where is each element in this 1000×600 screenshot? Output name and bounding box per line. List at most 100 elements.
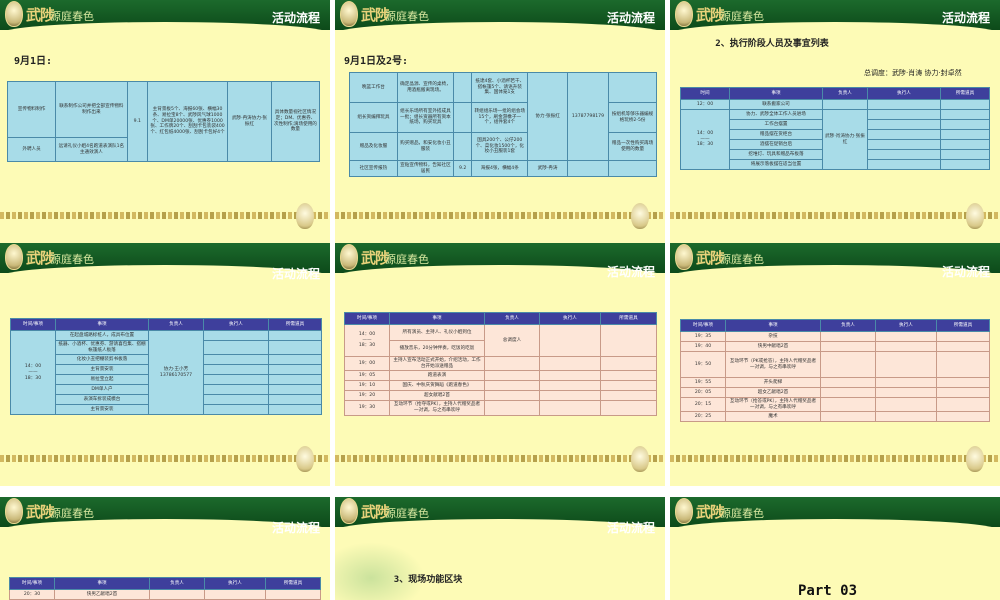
- table-cell: 20：25: [680, 411, 726, 423]
- table-cell: 互动环节（抢夺或PK），主持人代赠奖品者一对调，与之有串欢呼: [389, 400, 485, 416]
- table-cell: 化妆小丑把棚装剪书板落: [55, 354, 149, 366]
- table-header: 事项: [55, 318, 149, 331]
- brand-subtitle: 源庭春色: [385, 507, 429, 520]
- table-header: 负责人: [822, 87, 868, 100]
- table-header: 事项: [725, 319, 821, 332]
- section-part-label: Part 03: [798, 583, 858, 599]
- brand-emblem-icon: [340, 244, 358, 270]
- table-cell: 按组机等够乐器编规格玩桥2-5份: [608, 102, 657, 133]
- table-cell: 酒摆在促销台后: [729, 139, 823, 150]
- slide-title: 活动流程: [606, 265, 655, 279]
- table-cell: [608, 160, 657, 177]
- slide-thumb-3[interactable]: 武陟 源庭春色 活动流程 2、执行阶段人员及事宜列表 总调度：武陟·肖涛 协力·…: [670, 0, 1000, 243]
- table-cell: 武陟·肖涛协力·张振红: [822, 109, 868, 170]
- table-cell: 组长资编拜玩具: [349, 102, 398, 133]
- footer-border: [335, 455, 665, 462]
- table-cell: 主背景安装: [55, 364, 149, 376]
- table-cell: 19：10: [344, 380, 390, 392]
- slide-thumb-8[interactable]: 武陟 源庭春色 活动流程 3、现场功能区块: [335, 497, 665, 600]
- table-cell: 赠品摆在货柜台: [729, 129, 823, 140]
- schedule-table: 时间 事项 负责人 执行人 所需道具 12：00 联系搬家公司 14：00 —— …: [680, 87, 990, 170]
- table-cell: [453, 72, 473, 103]
- table-cell: 社区宣传报热: [349, 160, 398, 177]
- brand-subtitle: 源庭春色: [385, 10, 429, 23]
- table-cell: 表演车拆装成模台: [55, 394, 149, 406]
- schedule-table: 时间/事项 事项 负责人 执行人 所需道具 20：30 快男乙献唱2首: [9, 577, 321, 600]
- table-cell: 国具200个、公仔200个、菜化妆1500个，化妆小丑服装1套: [471, 132, 529, 161]
- table-cell: 9.1: [126, 81, 148, 162]
- slide-title: 活动流程: [941, 265, 990, 279]
- table-cell: 国庆、中秋庆贺舞蹈《跑道春色》: [389, 380, 485, 392]
- table-cell: 赠品一次性购买再场使用的数量: [608, 132, 657, 161]
- slide-title: 活动流程: [606, 521, 655, 535]
- footer-border: [0, 455, 330, 462]
- table-cell: 14：00 —— 18：30: [10, 329, 56, 416]
- footer-emblem-icon: [296, 446, 314, 472]
- table-header: 时间: [680, 87, 730, 100]
- slide-title: 活动流程: [271, 11, 320, 25]
- table-header: 所需道具: [268, 318, 322, 331]
- table-cell: 具体数量视社区情况定；DM、优惠券、次性制作;滴场使用的数量: [270, 81, 321, 162]
- table-cell: [453, 102, 473, 133]
- schedule-table: 时间/事项 事项 负责人 执行人 所需道具 14：00 —— 18：30 所有演员…: [344, 312, 657, 416]
- table-cell: 组长乐场所有室外搭成具一批；组长资器所有资本纸场，购买玩具: [396, 102, 455, 133]
- table-cell: 宣贴宣传物料，告知社区居民: [396, 160, 455, 177]
- table-cell: 协力、武陟全体工作人员进场: [729, 109, 823, 120]
- table-header: 执行人: [867, 87, 941, 100]
- slide-thumb-9[interactable]: 武陟 源庭春色 Part 03: [670, 497, 1000, 600]
- footer-border: [0, 212, 330, 219]
- table-cell: 确定晶源、宣传的桌椅，用酒瓶搬离现场。: [396, 72, 455, 103]
- table-cell: 12：00: [680, 99, 730, 110]
- table-cell: 挖堆灯、玩具和赠品布板落: [729, 149, 823, 160]
- table-cell: 抵器、小酒杯、优惠券、游请喜包集、搭棚帐篷纸人板落: [55, 339, 149, 356]
- table-cell: 19：50: [680, 351, 726, 378]
- table-cell: 开头爬梯: [725, 377, 821, 388]
- brand-emblem-icon: [675, 498, 693, 524]
- table-cell: [566, 160, 610, 177]
- table-cell: 快男中献唱2首: [725, 341, 821, 352]
- table-cell: 协力·张振红: [527, 72, 568, 161]
- table-cell: 互动环节（抢答或PK），主持人代赠奖品者一对调，与之有串欢呼: [725, 396, 821, 413]
- slide-thumb-2[interactable]: 武陟 源庭春色 活动流程 9月1日及2号: 晚篮工作台 确定晶源、宣传的桌椅，用…: [335, 0, 665, 243]
- slide-heading: 2、执行阶段人员及事宜列表: [715, 39, 829, 49]
- table-cell: 购买赠品，和安化妆小丑服装: [396, 132, 455, 161]
- table-cell: 武陟·冉涛: [527, 160, 568, 177]
- schedule-table: 晚篮工作台 确定晶源、宣传的桌椅，用酒瓶搬离现场。 抵達4套、小酒杯若干、搭帐篷…: [349, 72, 657, 177]
- slide-thumb-4[interactable]: 武陟 源庭春色 活动流程 时间/事项 事项 负责人 执行人 所需道具 14：00…: [0, 243, 330, 486]
- table-cell: 主背景安装: [55, 404, 149, 416]
- brand-emblem-icon: [675, 244, 693, 270]
- table-header: 负责人: [148, 318, 204, 331]
- table-cell: 19：05: [344, 370, 390, 382]
- table-cell: 主背景板5个、海报60张、横幅30条、易拉宝8个、武陟风气球1000个、DM单2…: [146, 81, 229, 162]
- table-header: 执行人: [539, 312, 601, 325]
- brand-emblem-icon: [340, 498, 358, 524]
- table-cell: 主持人宣布活动正式开始，介绍活动，工作台开始派送赠品: [389, 355, 485, 372]
- table-cell: DM单人户: [55, 384, 149, 396]
- brand-emblem-icon: [5, 498, 23, 524]
- table-cell: 19：40: [680, 341, 726, 352]
- footer-emblem-icon: [631, 203, 649, 229]
- table-cell: 抵達4套、小酒杯若干、搭帐篷5个、请语升装集、国体笼1支: [471, 72, 529, 103]
- table-header: 负责人: [484, 312, 540, 325]
- table-cell: 19：30: [344, 400, 390, 416]
- table-cell: 快男乙献唱2首: [54, 589, 150, 600]
- table-header: 事项: [729, 87, 823, 100]
- schedule-table: 时间/事项 事项 负责人 执行人 所需道具 19：35 杂技 19：40 快男中献唱…: [680, 319, 990, 423]
- table-cell: 在起盘城路标桩人，成具布位置: [55, 330, 149, 341]
- table-cell: 将展示落板摆在适当位置: [729, 159, 823, 170]
- brand-subtitle: 源庭春色: [385, 253, 429, 266]
- table-cell: 跑道表演: [389, 370, 485, 382]
- slide-thumb-7[interactable]: 武陟 源庭春色 活动流程 时间/事项 事项 负责人 执行人 所需道具 20：30…: [0, 497, 330, 600]
- table-cell: 超女乙献唱2首: [725, 387, 821, 398]
- table-cell: 19：00: [344, 355, 390, 372]
- slide-thumb-5[interactable]: 武陟 源庭春色 活动流程 时间/事项 事项 负责人 执行人 所需道具 14：00…: [335, 243, 665, 486]
- slide-thumb-1[interactable]: 武陟 源庭春色 活动流程 9月1日: 宣传物料制作 联系制作公司并把全部宣传物料…: [0, 0, 330, 243]
- table-cell: 杂技: [725, 331, 821, 342]
- footer-emblem-icon: [296, 203, 314, 229]
- brand-subtitle: 源庭春色: [720, 507, 764, 520]
- schedule-table: 宣传物料制作 联系制作公司并把全部宣传物料制作出来 9.1 主背景板5个、海报6…: [6, 81, 321, 162]
- slide-heading: 9月1日及2号:: [344, 56, 409, 67]
- table-header: 时间/事项: [10, 318, 56, 331]
- decorative-glow: [335, 542, 425, 600]
- slide-thumb-6[interactable]: 武陟 源庭春色 活动流程 时间/事项 事项 负责人 执行人 所需道具 19：35…: [670, 243, 1000, 486]
